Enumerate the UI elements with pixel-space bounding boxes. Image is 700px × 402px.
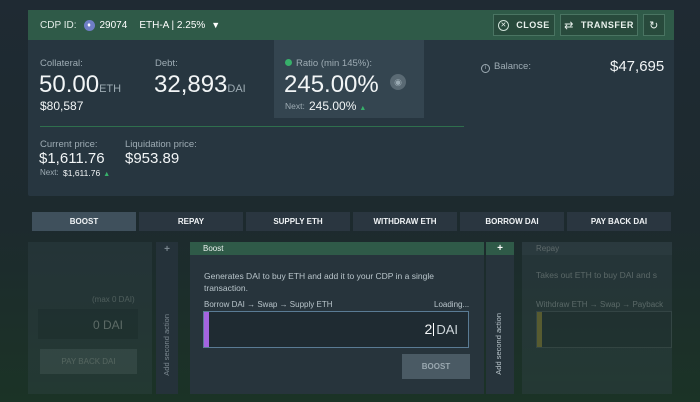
- left-add-action-column[interactable]: + Add second action: [156, 242, 178, 394]
- balance-label: i Balance:: [481, 61, 531, 73]
- arrow-up-icon: ▲: [359, 105, 367, 112]
- text-cursor: [433, 323, 435, 336]
- current-price-value: $1,611.76: [39, 150, 105, 167]
- debt-label: Debt:: [155, 58, 178, 69]
- repay-amount-input[interactable]: [536, 311, 672, 348]
- boost-description: Generates DAI to buy ETH and add it to y…: [204, 271, 434, 293]
- tab-repay[interactable]: REPAY: [139, 212, 243, 231]
- cdp-card: CDP ID: ♦ 29074 ETH-A | 2.25% ▼ ✕ CLOSE …: [28, 10, 674, 196]
- cdp-id-label: CDP ID:: [40, 19, 77, 31]
- cdp-type-selector[interactable]: ETH-A | 2.25%: [139, 20, 205, 31]
- tab-boost[interactable]: BOOST: [32, 212, 136, 231]
- ratio-status-dot: [285, 59, 292, 66]
- boost-button[interactable]: BOOST: [402, 354, 470, 379]
- plus-icon[interactable]: +: [486, 242, 514, 255]
- tab-supply-eth[interactable]: SUPPLY ETH: [246, 212, 350, 231]
- shield-icon[interactable]: ◉: [390, 74, 406, 90]
- debt-unit: DAI: [227, 83, 246, 95]
- input-accent-bar: [204, 312, 209, 347]
- tab-withdraw-eth[interactable]: WITHDRAW ETH: [353, 212, 457, 231]
- pay-back-input-value: 0 DAI: [93, 318, 124, 332]
- ratio-next-label: Next:: [285, 101, 305, 111]
- debt-amount: 32,893: [154, 71, 228, 98]
- boost-route: Borrow DAI → Swap → Supply ETH: [204, 300, 333, 309]
- cdp-header-bar: CDP ID: ♦ 29074 ETH-A | 2.25% ▼ ✕ CLOSE …: [28, 10, 674, 40]
- balance-value: $47,695: [610, 58, 665, 75]
- repay-route: Withdraw ETH → Swap → Payback: [536, 300, 664, 309]
- ratio-value: 245.00%: [284, 71, 379, 98]
- ratio-next-value: 245.00% ▲: [309, 99, 367, 113]
- close-icon: ✕: [498, 19, 510, 31]
- add-second-action-label: Add second action: [494, 313, 503, 375]
- arrow-up-icon: ▲: [103, 171, 111, 178]
- ratio-label: Ratio (min 145%):: [285, 58, 372, 69]
- boost-amount-value: 2 DAI: [424, 321, 458, 337]
- info-icon: i: [481, 64, 490, 73]
- collateral-usd: $80,587: [40, 99, 84, 113]
- collateral-label: Collateral:: [40, 58, 83, 69]
- debt-value: 32,893DAI: [154, 71, 246, 99]
- boost-panel-title: Boost: [190, 242, 484, 255]
- refresh-button[interactable]: ↻: [643, 14, 665, 36]
- liquidation-price-value: $953.89: [125, 150, 180, 167]
- transfer-button-label: TRANSFER: [580, 20, 634, 30]
- repay-panel-title: Repay: [536, 244, 560, 253]
- plus-icon[interactable]: +: [156, 244, 178, 255]
- current-next-label: Next:: [40, 168, 59, 177]
- pay-back-max-label: (max 0 DAI): [92, 295, 135, 304]
- tab-pay-back-dai[interactable]: PAY BACK DAI: [567, 212, 671, 231]
- collateral-value: 50.00ETH: [39, 71, 121, 99]
- eth-icon: ♦: [83, 19, 95, 31]
- transfer-button[interactable]: ⇄ TRANSFER: [560, 14, 638, 36]
- current-next-value: $1,611.76 ▲: [63, 168, 111, 178]
- collateral-amount: 50.00: [39, 71, 100, 98]
- chevron-down-icon[interactable]: ▼: [211, 20, 220, 30]
- add-second-action-label: Add second action: [162, 314, 171, 376]
- refresh-icon: ↻: [649, 19, 659, 32]
- collateral-unit: ETH: [99, 83, 122, 95]
- pay-back-button[interactable]: PAY BACK DAI: [40, 349, 137, 374]
- close-button-label: CLOSE: [516, 20, 550, 30]
- right-add-action-column[interactable]: Add second action: [486, 255, 514, 394]
- boost-amount-input[interactable]: 2 DAI: [203, 311, 469, 348]
- repay-description: Takes out ETH to buy DAI and s: [536, 270, 657, 280]
- tab-borrow-dai[interactable]: BORROW DAI: [460, 212, 564, 231]
- boost-loading-status: Loading...: [434, 300, 470, 309]
- liquidation-price-label: Liquidation price:: [125, 139, 197, 150]
- close-button[interactable]: ✕ CLOSE: [493, 14, 555, 36]
- transfer-icon: ⇄: [564, 19, 574, 32]
- current-price-label: Current price:: [40, 139, 98, 150]
- cdp-id-value: 29074: [99, 19, 128, 31]
- stats-divider: [40, 126, 464, 127]
